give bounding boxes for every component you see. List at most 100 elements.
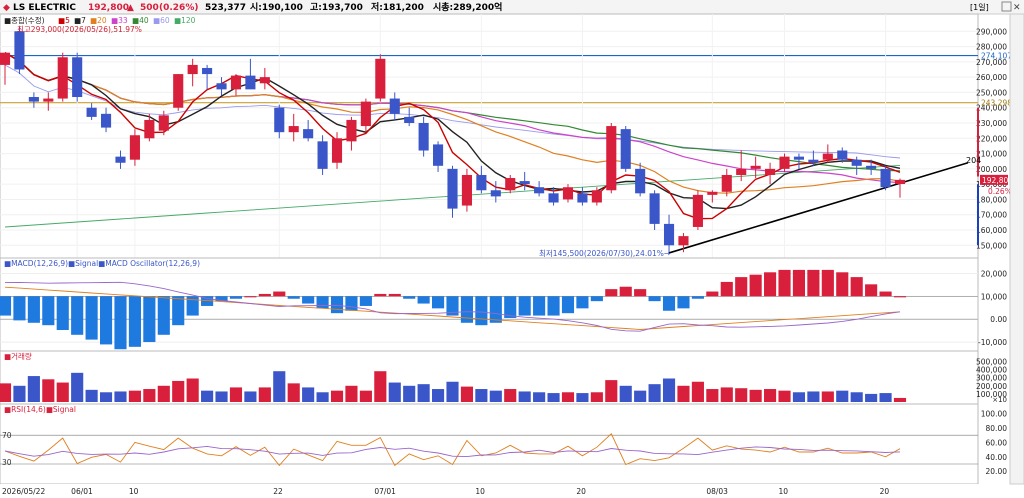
volume-bar	[619, 385, 632, 402]
macd-oscillator-bar	[302, 296, 315, 304]
x-tick-label: 20	[576, 487, 586, 496]
rsi-tick-label: 60.00	[986, 438, 1008, 447]
candle-body	[519, 181, 530, 185]
volume-bar	[677, 385, 690, 402]
volume-bar	[836, 390, 849, 402]
volume-bar	[287, 383, 300, 402]
volume-bar	[475, 389, 488, 402]
price-tick-label: 170,000	[976, 211, 1007, 220]
macd-oscillator-bar	[273, 291, 286, 297]
low-note: 최저145,500(2026/07/30),24.01%→	[539, 248, 670, 258]
volume-bar	[807, 391, 820, 402]
macd-oscillator-bar	[720, 281, 733, 297]
candle-body	[591, 190, 602, 203]
volume-bar	[374, 371, 387, 402]
volume-bar	[345, 385, 358, 402]
volume-bar	[13, 385, 26, 402]
volume-bar	[691, 381, 704, 402]
macd-legend: ■MACD(12,26,9)■Signal■MACD Oscillator(12…	[4, 259, 200, 268]
macd-oscillator-bar	[533, 296, 546, 316]
period-button[interactable]: [1일]	[970, 3, 989, 12]
volume-bar	[157, 385, 170, 402]
vertical-scrollbar[interactable]	[1009, 13, 1024, 485]
candle-body	[476, 174, 487, 191]
volume-bar	[576, 393, 589, 402]
price-tick-label: 250,000	[976, 88, 1007, 97]
candle-body	[317, 141, 328, 169]
candle-body	[562, 187, 574, 200]
volume-bar	[0, 383, 12, 402]
close-icon[interactable]: ✕	[1013, 3, 1021, 13]
volume-bar	[749, 389, 762, 402]
volume-bar	[706, 389, 719, 402]
macd-oscillator-bar	[677, 296, 690, 309]
low-price: 저:181,200	[371, 1, 424, 13]
volume-bar	[648, 384, 661, 402]
resistance-label-blue: 274,107	[981, 52, 1012, 61]
volume-bar	[330, 390, 344, 402]
x-tick-label: 10	[779, 487, 789, 496]
volume-bar	[186, 378, 199, 402]
x-tick-label: 2026/05/22	[2, 487, 45, 496]
candle-body	[750, 165, 761, 169]
x-tick-label: 10	[475, 487, 485, 496]
volume-bar	[561, 392, 575, 402]
candle-body	[635, 168, 646, 194]
candle-body	[765, 168, 776, 175]
volume-legend: ■거래량	[4, 352, 32, 361]
volume-bar	[143, 389, 156, 402]
volume-bar	[388, 382, 401, 402]
candle-body	[779, 156, 790, 169]
macd-tick-label: 20,000	[981, 269, 1007, 278]
volume-bar	[518, 391, 531, 402]
volume-bar	[71, 372, 84, 402]
price-tick-label: 230,000	[976, 119, 1007, 128]
macd-oscillator-bar	[287, 296, 300, 299]
price-tick-label: 150,000	[976, 241, 1007, 250]
candle-body	[606, 126, 617, 191]
price-axis: 290,000280,000270,000260,000250,000240,0…	[976, 27, 1013, 250]
change-arrow-icon: ▲	[127, 3, 134, 13]
stock-chart[interactable]: ◆ LS ELECTRIC 192,800 ▲ 500 (0.26%) 523,…	[0, 0, 1024, 498]
macd-oscillator-bar	[691, 296, 704, 299]
volume-bar	[792, 392, 806, 402]
macd-oscillator-bar	[778, 269, 791, 297]
rsi-legend: ■RSI(14,6)■Signal	[4, 405, 76, 414]
candle-body	[822, 153, 833, 160]
volume-bar	[764, 389, 777, 402]
candle-body	[866, 165, 877, 169]
price-tick-label: 180,000	[976, 195, 1007, 204]
candle-body	[259, 77, 270, 84]
volume-bar	[504, 389, 517, 402]
candle-body	[360, 101, 371, 127]
x-axis-bar	[0, 484, 1024, 498]
candle-body	[202, 67, 213, 75]
candle-body	[375, 58, 386, 99]
macd-oscillator-bar	[518, 296, 531, 316]
candle-body	[692, 194, 703, 227]
macd-oscillator-bar	[258, 293, 271, 297]
price-tick-label: 200,000	[976, 165, 1007, 174]
candle-body	[331, 138, 343, 163]
macd-oscillator-bar	[374, 293, 387, 297]
candle-body	[57, 57, 68, 99]
macd-oscillator-bar	[850, 277, 863, 297]
candle-body	[230, 75, 242, 90]
macd-oscillator-bar	[706, 291, 719, 297]
price-tick-label: 220,000	[976, 134, 1007, 143]
macd-oscillator-bar	[764, 272, 777, 297]
price-change: 500	[140, 3, 159, 13]
stock-name: LS ELECTRIC	[13, 3, 76, 13]
ma-legend-item: ■60	[153, 16, 170, 25]
macd-oscillator-bar	[316, 296, 329, 309]
favorite-icon[interactable]: ◆	[3, 3, 10, 13]
macd-oscillator-bar	[71, 296, 84, 335]
macd-oscillator-bar	[330, 296, 344, 314]
candle-body	[288, 126, 299, 133]
candle-body	[28, 97, 39, 102]
volume-bar	[215, 391, 228, 402]
volume-unit-label: ×10	[992, 396, 1007, 404]
volume-bar	[460, 386, 473, 402]
macd-oscillator-bar	[27, 296, 40, 323]
rsi-axis: 100.00 80.00 60.00 40.00 20.00	[981, 410, 1007, 477]
